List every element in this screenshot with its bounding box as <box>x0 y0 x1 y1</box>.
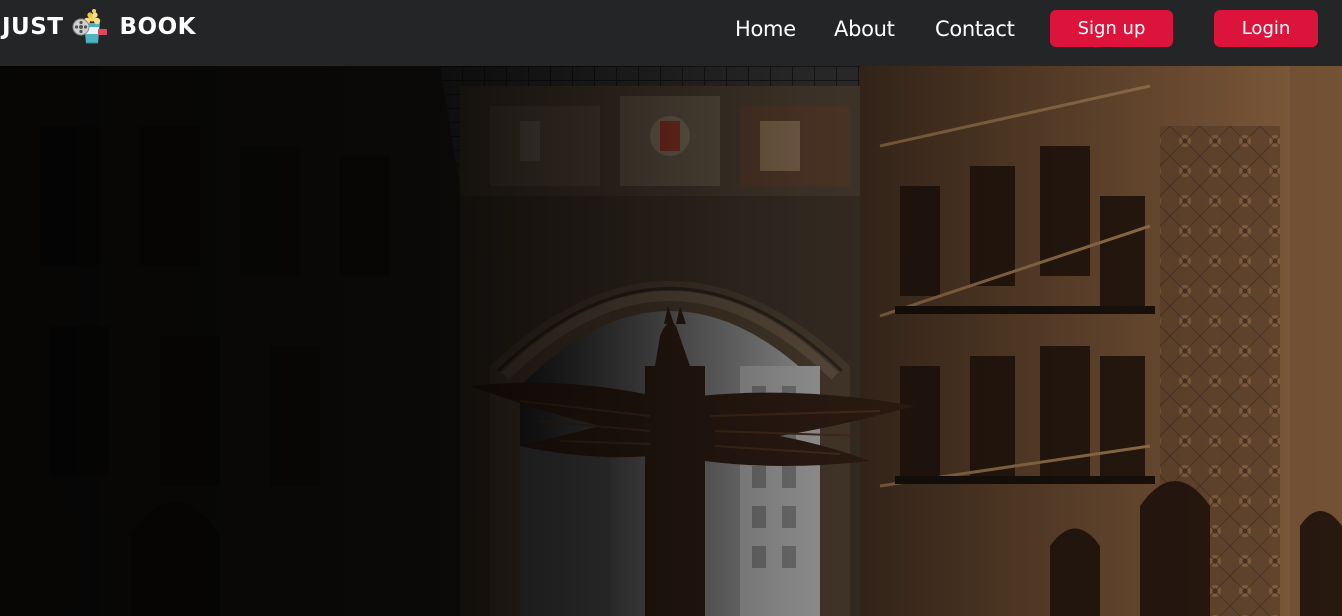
hero-illustration <box>0 66 1342 616</box>
navbar: JUST BOOK Home About Contact Sign up Log… <box>0 0 1342 66</box>
nav-link-home[interactable]: Home <box>735 17 796 41</box>
login-button[interactable]: Login <box>1214 10 1318 47</box>
nav-link-contact[interactable]: Contact <box>935 17 1015 41</box>
hero-background-image <box>0 66 1342 616</box>
nav-link-about[interactable]: About <box>834 17 895 41</box>
nav-links: Home About Contact Sign up Login <box>0 0 1342 66</box>
signup-button[interactable]: Sign up <box>1050 10 1173 47</box>
